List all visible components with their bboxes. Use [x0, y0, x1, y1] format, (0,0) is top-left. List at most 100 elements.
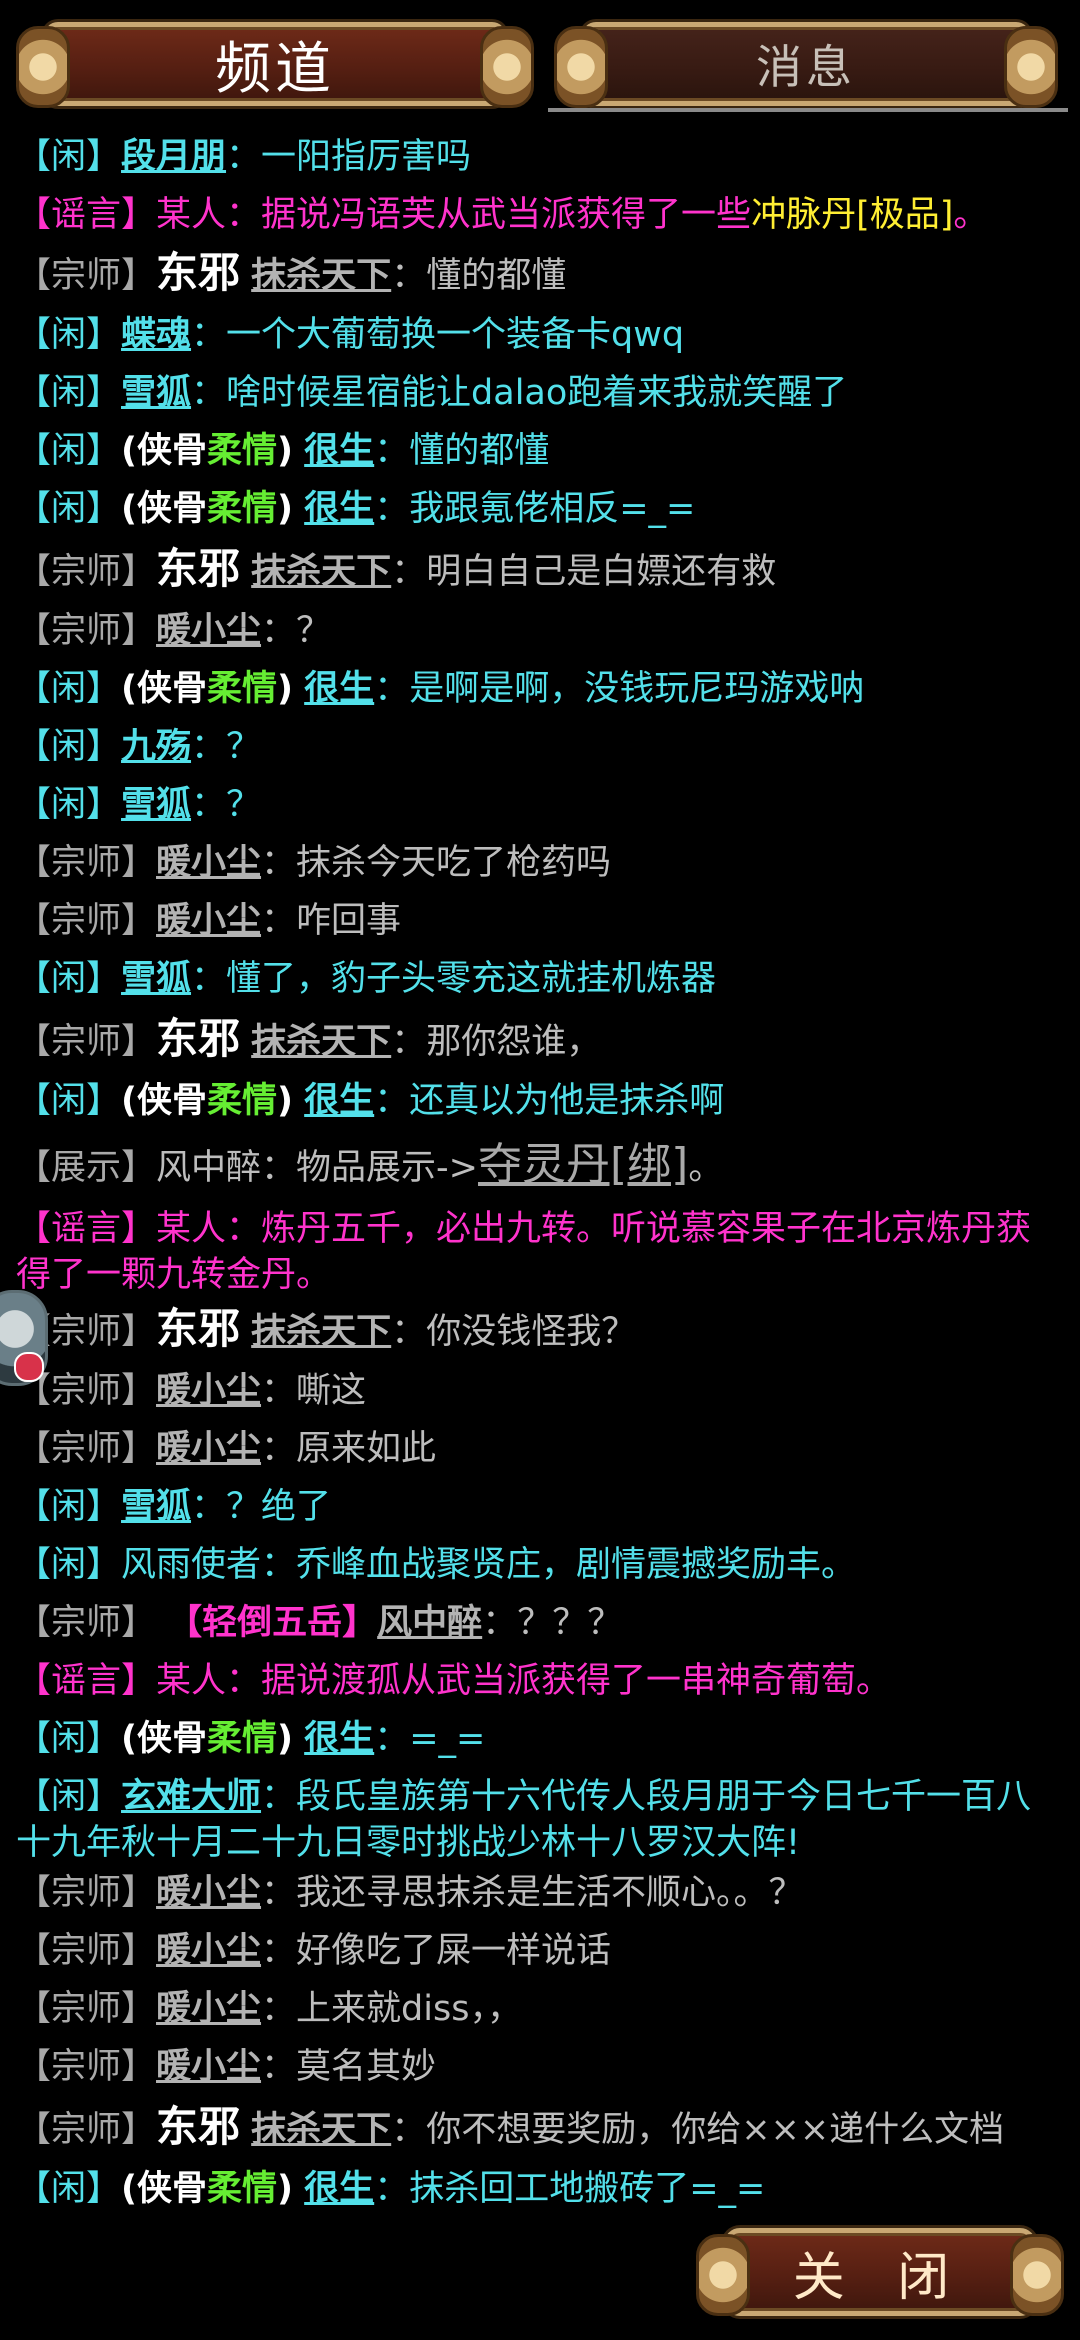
channel-tag: 【宗师】	[16, 901, 157, 941]
colon: ：	[226, 1661, 262, 1701]
sect-prefix: 柔情	[207, 2169, 278, 2209]
message-text: 一阳指厉害吗	[261, 137, 472, 177]
message-text: 啥时候星宿能让dalao跑着来我就笑醒了	[226, 373, 848, 413]
chat-message: 【闲】雪狐：？绝了	[16, 1484, 1066, 1530]
chat-message: 【闲】(侠骨柔情) 很生：是啊是啊，没钱玩尼玛游戏呐	[16, 666, 1066, 712]
message-text: 你没钱怪我？	[426, 1312, 637, 1352]
colon: ：	[226, 1209, 262, 1249]
player-name[interactable]: 暖小尘	[156, 1931, 261, 1971]
message-text: 懂了，豹子头零充这就挂机炼器	[226, 959, 717, 999]
colon: ：	[191, 1487, 227, 1527]
player-name[interactable]: 暖小尘	[156, 843, 261, 883]
chat-message: 【闲】(侠骨柔情) 很生：还真以为他是抹杀啊	[16, 1078, 1066, 1124]
channel-tag: 【宗师】	[16, 1873, 157, 1913]
chat-message: 【闲】雪狐：懂了，豹子头零充这就挂机炼器	[16, 956, 1066, 1002]
colon: ：	[261, 1873, 297, 1913]
message-text: 还真以为他是抹杀啊	[409, 1081, 725, 1121]
player-name[interactable]: 段月朋	[121, 137, 226, 177]
chat-message: 【宗师】暖小尘：好像吃了屎一样说话	[16, 1928, 1066, 1974]
channel-tag: 【闲】	[16, 1081, 122, 1121]
channel-tag: 【宗师】	[16, 611, 157, 651]
player-name[interactable]: 很生	[304, 1081, 374, 1121]
chat-message: 【谣言】某人：炼丹五千，必出九转。听说慕容果子在北京炼丹获得了一颗九转金丹。	[16, 1206, 1066, 1298]
message-text: 。	[688, 1148, 724, 1188]
player-name[interactable]: 雪狐	[121, 959, 191, 999]
player-name[interactable]: 很生	[304, 2169, 374, 2209]
message-text: 据说渡孤从武当派获得了一串神奇葡萄。	[261, 1661, 892, 1701]
scroll-ornament-icon	[696, 2234, 750, 2316]
player-name[interactable]: 暖小尘	[156, 611, 261, 651]
colon: ：	[226, 195, 262, 235]
channel-tag: 【宗师】	[16, 2110, 157, 2150]
player-name[interactable]: 九殇	[121, 727, 191, 767]
chat-message: 【闲】九殇：？	[16, 724, 1066, 770]
player-name[interactable]: 暖小尘	[156, 1989, 261, 2029]
player-name[interactable]: 玄难大师	[121, 1777, 261, 1817]
message-text: 我还寻思抹杀是生活不顺心。。？	[296, 1873, 804, 1913]
message-text: 你不想要奖励，你给×××递什么文档	[426, 2110, 1005, 2150]
chat-message: 【宗师】东邪 抹杀天下：懂的都懂	[16, 250, 1066, 299]
sect-prefix: )	[277, 431, 294, 471]
channel-tag: 【谣言】	[16, 1209, 157, 1249]
channel-tag: 【宗师】	[16, 843, 157, 883]
player-name[interactable]: 暖小尘	[156, 1429, 261, 1469]
close-button[interactable]: 关 闭	[690, 2222, 1070, 2322]
sect-prefix: 柔情	[207, 1081, 278, 1121]
tab-underline	[548, 108, 1068, 112]
chat-message: 【宗师】东邪 抹杀天下：那你怨谁，	[16, 1016, 1066, 1065]
scroll-ornament-icon	[1010, 2234, 1064, 2316]
player-name[interactable]: 风中醉	[377, 1603, 482, 1643]
chat-message: 【宗师】暖小尘：原来如此	[16, 1426, 1066, 1472]
player-name[interactable]: 抹杀天下	[251, 552, 391, 592]
colon: ：	[226, 137, 262, 177]
player-name[interactable]: 很生	[304, 431, 374, 471]
item-link[interactable]: 夺灵丹[绑]	[478, 1139, 688, 1190]
player-name[interactable]: 抹杀天下	[251, 2110, 391, 2150]
player-name[interactable]: 暖小尘	[156, 1371, 261, 1411]
message-text: 一个大葡萄换一个装备卡qwq	[226, 315, 685, 355]
chat-message: 【宗师】东邪 抹杀天下：明白自己是白嫖还有救	[16, 546, 1066, 595]
colon: ：	[261, 1148, 297, 1188]
message-text: 上来就diss，，	[296, 1989, 522, 2029]
player-name[interactable]: 雪狐	[121, 785, 191, 825]
colon: ：	[391, 256, 427, 296]
player-name[interactable]: 雪狐	[121, 1487, 191, 1527]
player-name[interactable]: 暖小尘	[156, 901, 261, 941]
chat-message: 【闲】雪狐：啥时候星宿能让dalao跑着来我就笑醒了	[16, 370, 1066, 416]
scroll-ornament-icon	[1004, 26, 1058, 108]
item-link[interactable]: 冲脉丹[极品]	[751, 195, 953, 235]
channel-tag: 【宗师】	[16, 1931, 157, 1971]
chat-message: 【闲】蝶魂：一个大葡萄换一个装备卡qwq	[16, 312, 1066, 358]
channel-tag: 【闲】	[16, 1777, 122, 1817]
chat-log[interactable]: 【闲】段月朋：一阳指厉害吗 【谣言】某人：据说冯语芙从武当派获得了一些冲脉丹[极…	[0, 120, 1080, 2210]
tab-news[interactable]: 消息	[548, 18, 1064, 110]
colon: ：	[374, 669, 410, 709]
player-name[interactable]: 蝶魂	[121, 315, 191, 355]
tab-channel[interactable]: 频道	[10, 18, 540, 110]
colon: ：	[191, 373, 227, 413]
sect-prefix: 柔情	[207, 489, 278, 529]
tab-news-label: 消息	[756, 40, 856, 94]
sect-prefix: 柔情	[207, 669, 278, 709]
player-name[interactable]: 很生	[304, 669, 374, 709]
player-name[interactable]: 抹杀天下	[251, 1312, 391, 1352]
player-name[interactable]: 很生	[304, 489, 374, 529]
channel-tag: 【宗师】	[16, 1429, 157, 1469]
player-name[interactable]: 雪狐	[121, 373, 191, 413]
channel-tag: 【宗师】	[16, 1022, 157, 1062]
player-name[interactable]: 暖小尘	[156, 1873, 261, 1913]
chat-message: 【宗师】暖小尘：咋回事	[16, 898, 1066, 944]
scroll-ornament-icon	[16, 26, 70, 108]
notification-badge-icon	[14, 1352, 44, 1382]
player-name[interactable]: 抹杀天下	[251, 256, 391, 296]
player-name[interactable]: 抹杀天下	[251, 1022, 391, 1062]
colon: ：	[261, 843, 297, 883]
chat-message: 【闲】(侠骨柔情) 很生：懂的都懂	[16, 428, 1066, 474]
colon: ：	[261, 1989, 297, 2029]
sect-prefix: (侠骨	[121, 2169, 208, 2209]
colon: ：	[391, 1022, 427, 1062]
player-name[interactable]: 很生	[304, 1719, 374, 1759]
chat-message: 【闲】雪狐：？	[16, 782, 1066, 828]
player-name[interactable]: 暖小尘	[156, 2047, 261, 2087]
sect-prefix: (侠骨	[121, 669, 208, 709]
